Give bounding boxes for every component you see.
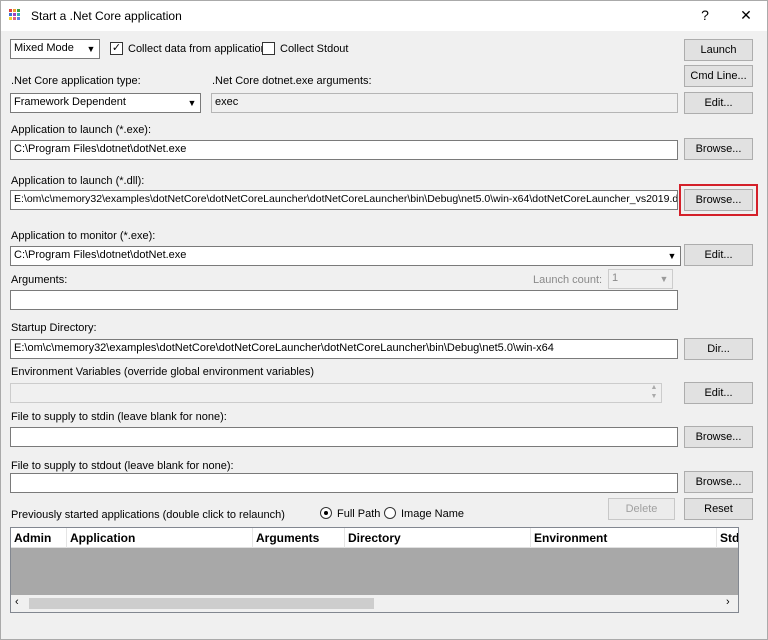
arguments-label: Arguments: [11,274,68,286]
startup-field[interactable]: E:\om\c\memory32\examples\dotNetCore\dot… [10,339,678,359]
reset-button-label: Reset [704,503,733,515]
edit-button-label: Edit... [704,97,733,109]
cmd-line-button-label: Cmd Line... [690,70,747,82]
app-type-edit-button[interactable]: Edit... [684,92,753,114]
full-path-radio[interactable] [320,507,332,519]
monitor-edit-button[interactable]: Edit... [684,244,753,266]
dotnet-args-label: .Net Core dotnet.exe arguments: [212,75,372,87]
app-type-select-value: Framework Dependent [14,96,126,108]
browse-button-label: Browse... [695,476,742,488]
stdout-label: File to supply to stdout (leave blank fo… [11,460,234,472]
stdin-label: File to supply to stdin (leave blank for… [11,411,227,423]
history-label: Previously started applications (double … [11,509,285,521]
launch-button[interactable]: Launch [684,39,753,61]
edit-button-label: Edit... [704,249,733,261]
dotnet-args-value: exec [215,96,239,108]
edit-button-label: Edit... [704,387,733,399]
horizontal-scrollbar[interactable]: ‹ › [11,595,738,612]
cmd-line-button[interactable]: Cmd Line... [684,65,753,87]
history-list-header: Admin Application Arguments Directory En… [11,528,738,548]
exe-value: C:\Program Files\dotnet\dotNet.exe [14,143,187,155]
dir-button-label: Dir... [707,343,730,355]
close-button[interactable]: ✕ [736,7,756,24]
window-title: Start a .Net Core application [31,9,182,23]
env-edit-button[interactable]: Edit... [684,382,753,404]
mode-select[interactable]: Mixed Mode ▼ [10,39,100,59]
chevron-down-icon: ▼ [184,94,200,112]
launch-button-label: Launch [700,44,737,56]
mode-select-value: Mixed Mode [14,42,74,54]
history-list[interactable]: Admin Application Arguments Directory En… [10,527,739,613]
title-bar: Start a .Net Core application ? ✕ [1,1,767,31]
monitor-select-value: C:\Program Files\dotnet\dotNet.exe [14,249,187,261]
stdin-browse-button[interactable]: Browse... [684,426,753,448]
reset-button[interactable]: Reset [684,498,753,520]
monitor-label: Application to monitor (*.exe): [11,230,156,242]
full-path-label: Full Path [337,508,381,520]
env-spin-icon[interactable]: ▲ ▼ [647,383,661,403]
dotnet-args-field[interactable]: exec [211,93,678,113]
browse-button-label: Browse... [695,431,742,443]
startup-dir-button[interactable]: Dir... [684,338,753,360]
collect-stdout-checkbox[interactable] [262,42,275,55]
dll-value: E:\om\c\memory32\examples\dotNetCore\dot… [14,193,678,205]
arguments-field[interactable] [10,290,678,310]
launch-count-label: Launch count: [533,274,603,286]
dll-field[interactable]: E:\om\c\memory32\examples\dotNetCore\dot… [10,190,678,210]
collect-data-checkbox[interactable]: ✓ [110,42,123,55]
exe-label: Application to launch (*.exe): [11,124,152,136]
column-header[interactable]: Environment [531,528,717,548]
column-header[interactable]: Application [67,528,253,548]
scroll-right-icon[interactable]: › [726,596,730,608]
delete-button[interactable]: Delete [608,498,675,520]
env-field[interactable] [10,383,662,403]
env-label: Environment Variables (override global e… [11,366,315,378]
browse-button-label: Browse... [695,194,742,206]
browse-button-label: Browse... [695,143,742,155]
column-header[interactable]: Arguments [253,528,345,548]
chevron-down-icon: ▼ [656,270,672,288]
image-name-radio[interactable] [384,507,396,519]
app-type-label: .Net Core application type: [11,75,141,87]
scroll-left-icon[interactable]: ‹ [15,596,19,608]
app-icon [9,9,20,20]
column-header[interactable]: Directory [345,528,531,548]
dll-label: Application to launch (*.dll): [11,175,145,187]
stdout-field[interactable] [10,473,678,493]
collect-data-label: Collect data from application [128,43,267,55]
monitor-select[interactable]: C:\Program Files\dotnet\dotNet.exe ▼ [10,246,681,266]
chevron-down-icon: ▼ [83,40,99,58]
launch-count-value: 1 [612,272,619,284]
image-name-label: Image Name [401,508,464,520]
dialog-window: Start a .Net Core application ? ✕ Mixed … [0,0,768,640]
column-header[interactable]: Std [717,528,738,548]
chevron-down-icon: ▼ [664,247,680,265]
scrollbar-thumb[interactable] [29,598,374,609]
stdout-browse-button[interactable]: Browse... [684,471,753,493]
startup-label: Startup Directory: [11,322,97,334]
app-type-select[interactable]: Framework Dependent ▼ [10,93,201,113]
exe-field[interactable]: C:\Program Files\dotnet\dotNet.exe [10,140,678,160]
collect-stdout-label: Collect Stdout [280,43,349,55]
launch-count-select[interactable]: 1 ▼ [608,269,673,289]
stdin-field[interactable] [10,427,678,447]
radio-dot-icon [324,511,328,515]
help-button[interactable]: ? [695,7,715,23]
startup-value: E:\om\c\memory32\examples\dotNetCore\dot… [14,342,554,354]
exe-browse-button[interactable]: Browse... [684,138,753,160]
dll-browse-button[interactable]: Browse... [679,184,758,216]
delete-button-label: Delete [625,503,658,515]
column-header[interactable]: Admin [11,528,67,548]
